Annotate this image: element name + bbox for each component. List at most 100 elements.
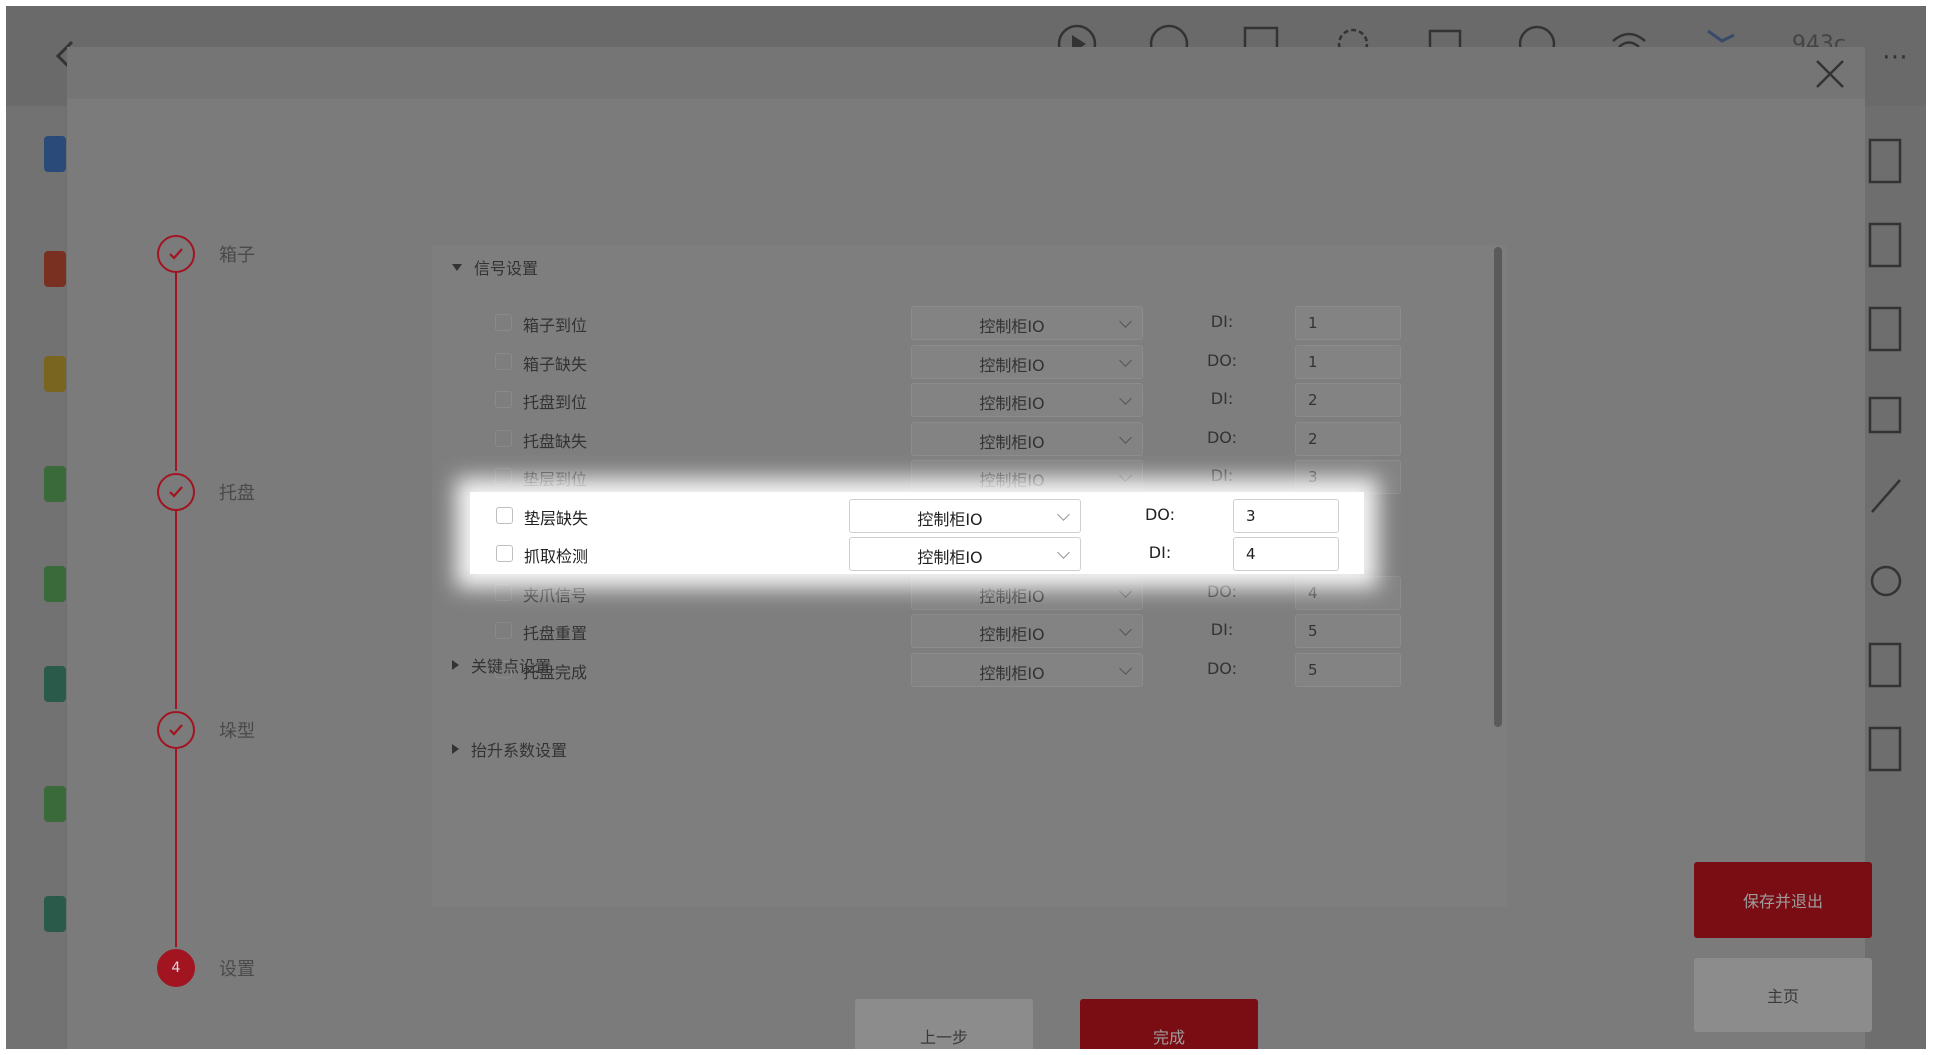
input-value: 3 <box>1246 507 1256 525</box>
cup-icon[interactable] <box>1866 388 1906 438</box>
row-label: 箱子缺失 <box>523 354 588 374</box>
row-checkbox[interactable] <box>495 583 512 601</box>
source-select[interactable]: 控制柜IO <box>911 421 1143 456</box>
app-frame: 943c ⋯ 箱子 托盘 垛型 4 设置 信号设置 箱子到位 控制柜IO DI:… <box>6 6 1926 1049</box>
check-icon <box>169 248 183 260</box>
row-checkbox[interactable] <box>495 314 512 331</box>
step-pallet[interactable]: 托盘 <box>157 473 377 513</box>
input-value: 2 <box>1308 429 1318 448</box>
chevron-down-icon <box>1119 353 1132 367</box>
app-icon-yellow[interactable] <box>44 356 66 392</box>
io-type-label: DI: <box>1210 389 1234 408</box>
section-signal-header[interactable]: 信号设置 <box>452 255 538 279</box>
modal-header <box>67 47 1865 99</box>
home-button[interactable]: 主页 <box>1694 958 1872 1032</box>
edit-icon[interactable] <box>1866 472 1906 522</box>
input-value: 1 <box>1308 352 1318 371</box>
step-label: 箱子 <box>219 245 255 266</box>
row-checkbox[interactable] <box>495 352 512 370</box>
source-select[interactable]: 控制柜IO <box>911 344 1143 379</box>
source-select[interactable]: 控制柜IO <box>911 460 1143 494</box>
file-icon[interactable] <box>1866 640 1906 690</box>
save-icon[interactable] <box>1866 220 1906 270</box>
step-done-circle <box>157 711 195 749</box>
app-icon-red[interactable] <box>44 251 66 287</box>
io-number-input[interactable]: 5 <box>1295 614 1401 648</box>
chevron-down-icon <box>1119 584 1132 598</box>
section-title: 关键点设置 <box>471 657 552 676</box>
signal-row: 箱子到位 控制柜IO DI: 1 <box>432 303 1492 342</box>
row-checkbox[interactable] <box>496 507 513 524</box>
app-icon-blue[interactable] <box>44 136 66 172</box>
row-checkbox[interactable] <box>496 545 513 562</box>
add-icon[interactable] <box>1866 136 1906 186</box>
step-done-circle <box>157 473 195 511</box>
export-icon[interactable] <box>1866 304 1906 354</box>
source-select[interactable]: 控制柜IO <box>911 306 1143 340</box>
input-value: 4 <box>1308 583 1318 602</box>
app-icon-teal-2[interactable] <box>44 896 66 932</box>
step-settings[interactable]: 4 设置 <box>157 949 377 989</box>
io-number-input[interactable]: 2 <box>1295 383 1401 417</box>
caret-right-icon <box>452 744 459 754</box>
chart-icon[interactable] <box>1866 724 1906 774</box>
chevron-down-icon <box>1119 315 1132 328</box>
app-icon-teal[interactable] <box>44 666 66 702</box>
panel-scrollbar[interactable] <box>1494 247 1502 727</box>
step-done-circle <box>157 235 195 273</box>
prev-step-button[interactable]: 上一步 <box>855 999 1033 1049</box>
row-label: 托盘重置 <box>523 624 588 643</box>
signal-row: 托盘到位 控制柜IO DI: 2 <box>432 380 1492 419</box>
row-label: 抓取检测 <box>524 547 589 566</box>
finish-button[interactable]: 完成 <box>1080 999 1258 1049</box>
io-type-label: DO: <box>1144 505 1176 524</box>
chevron-down-icon <box>1119 392 1132 405</box>
step-label: 设置 <box>219 959 255 980</box>
row-label: 托盘缺失 <box>523 431 588 451</box>
row-label: 夹爪信号 <box>523 585 588 605</box>
signal-row: 箱子缺失 控制柜IO DO: 1 <box>432 342 1492 381</box>
more-icon[interactable]: ⋯ <box>1882 42 1908 72</box>
io-number-input[interactable]: 2 <box>1295 421 1401 456</box>
io-number-input[interactable]: 5 <box>1295 652 1401 687</box>
row-checkbox[interactable] <box>495 391 512 408</box>
source-select[interactable]: 控制柜IO <box>849 537 1081 571</box>
io-number-input[interactable]: 1 <box>1295 344 1401 379</box>
select-value: 控制柜IO <box>979 394 1045 413</box>
app-icon-green[interactable] <box>44 466 66 502</box>
row-checkbox[interactable] <box>495 622 512 639</box>
debug-icon[interactable] <box>1866 556 1906 606</box>
source-select[interactable]: 控制柜IO <box>849 499 1081 533</box>
step-connector <box>175 509 177 709</box>
section-keypoint-header[interactable]: 关键点设置 <box>452 653 551 677</box>
row-checkbox[interactable] <box>495 468 512 485</box>
io-type-label: DO: <box>1206 427 1238 447</box>
source-select[interactable]: 控制柜IO <box>911 575 1143 610</box>
save-exit-button[interactable]: 保存并退出 <box>1694 862 1872 938</box>
step-label: 托盘 <box>219 483 255 504</box>
signal-row-highlighted: 抓取检测 控制柜IO DI: 4 <box>470 534 1364 573</box>
input-value: 3 <box>1308 468 1318 486</box>
section-lift-header[interactable]: 抬升系数设置 <box>452 737 567 761</box>
source-select[interactable]: 控制柜IO <box>911 614 1143 648</box>
row-label: 垫层缺失 <box>524 509 589 528</box>
select-value: 控制柜IO <box>979 432 1045 452</box>
io-number-input[interactable]: 4 <box>1233 537 1339 571</box>
input-value: 2 <box>1308 391 1318 409</box>
io-number-input[interactable]: 4 <box>1295 575 1401 610</box>
row-checkbox[interactable] <box>495 429 512 447</box>
close-icon[interactable] <box>1813 57 1847 91</box>
app-icon-green-2[interactable] <box>44 566 66 602</box>
app-icon-green-3[interactable] <box>44 786 66 822</box>
caret-down-icon <box>452 263 462 271</box>
section-title: 抬升系数设置 <box>471 741 568 760</box>
source-select[interactable]: 控制柜IO <box>911 383 1143 417</box>
step-box[interactable]: 箱子 <box>157 235 377 275</box>
step-pattern[interactable]: 垛型 <box>157 711 377 751</box>
source-select[interactable]: 控制柜IO <box>911 652 1143 687</box>
io-number-input[interactable]: 3 <box>1295 460 1401 494</box>
row-label: 垫层到位 <box>523 470 588 489</box>
io-number-input[interactable]: 1 <box>1295 306 1401 340</box>
io-number-input[interactable]: 3 <box>1233 499 1339 533</box>
caret-right-icon <box>452 660 459 670</box>
